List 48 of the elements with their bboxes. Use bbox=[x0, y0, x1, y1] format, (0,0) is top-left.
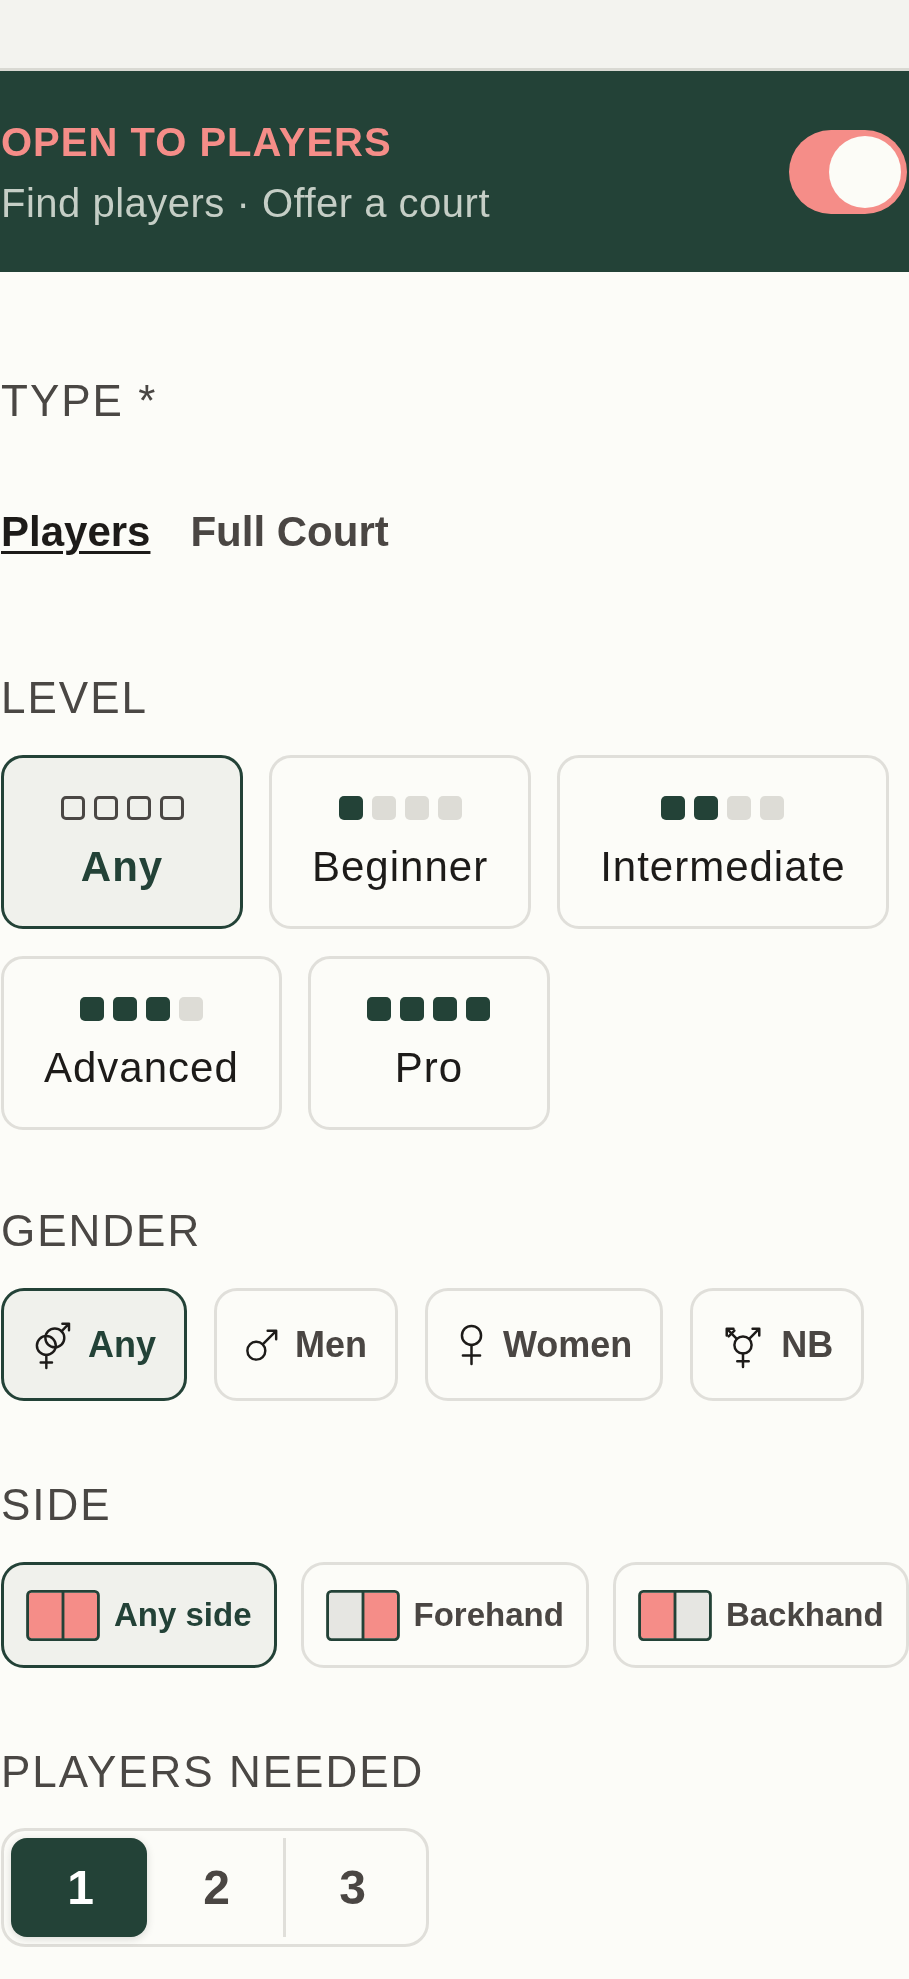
square-outline-icon bbox=[159, 795, 184, 820]
section-label: TYPE * bbox=[1, 375, 158, 427]
player-count-option[interactable]: 3 bbox=[283, 1838, 419, 1937]
gender-option[interactable]: Men bbox=[214, 1288, 398, 1401]
rating-square-icon bbox=[433, 996, 458, 1021]
rating-square-icon bbox=[79, 996, 104, 1021]
level-option[interactable]: Any bbox=[1, 755, 243, 929]
side-option[interactable]: Any side bbox=[1, 1562, 277, 1668]
rating-square-icon bbox=[338, 795, 363, 820]
rating-square-icon bbox=[466, 996, 491, 1021]
gender-option[interactable]: Women bbox=[425, 1288, 664, 1401]
rating-square-icon bbox=[112, 996, 137, 1021]
rating-square-icon bbox=[437, 795, 462, 820]
court-halves-icon bbox=[325, 1589, 400, 1641]
court-halves-icon bbox=[26, 1589, 100, 1641]
square-outline-icon bbox=[126, 795, 151, 820]
rating-square-icon bbox=[400, 996, 425, 1021]
section-label: PLAYERS NEEDED bbox=[1, 1746, 425, 1798]
side-option[interactable]: Forehand bbox=[300, 1562, 589, 1668]
rating-square-icon bbox=[661, 795, 686, 820]
level-option[interactable]: Pro bbox=[307, 956, 550, 1130]
side-option[interactable]: Backhand bbox=[612, 1562, 909, 1668]
rating-square-icon bbox=[367, 996, 392, 1021]
rating-square-icon bbox=[145, 996, 170, 1021]
gender-option[interactable]: NB bbox=[690, 1288, 865, 1401]
type-tab[interactable]: Players bbox=[1, 507, 151, 557]
rating-square-icon bbox=[404, 795, 429, 820]
banner-title: OPEN TO PLAYERS bbox=[1, 118, 393, 165]
rating-square-icon bbox=[178, 996, 203, 1021]
male-symbol-icon bbox=[245, 1327, 279, 1362]
player-count-option[interactable]: 2 bbox=[147, 1838, 283, 1937]
square-outline-icon bbox=[60, 795, 85, 820]
square-outline-icon bbox=[93, 795, 118, 820]
rating-square-icon bbox=[760, 795, 785, 820]
section-label: SIDE bbox=[1, 1479, 112, 1531]
banner-subtitle: Find players · Offer a court bbox=[1, 180, 490, 225]
rating-square-icon bbox=[371, 795, 396, 820]
section-label: GENDER bbox=[1, 1205, 202, 1257]
level-option[interactable]: Intermediate bbox=[557, 755, 889, 929]
level-option[interactable]: Beginner bbox=[269, 755, 532, 929]
rating-square-icon bbox=[727, 795, 752, 820]
type-tab[interactable]: Full Court bbox=[190, 507, 389, 557]
rating-square-icon bbox=[694, 795, 719, 820]
court-halves-icon bbox=[637, 1589, 712, 1641]
section-label: LEVEL bbox=[1, 672, 148, 724]
level-option[interactable]: Advanced bbox=[1, 956, 282, 1130]
gender-option[interactable]: Any bbox=[1, 1288, 187, 1401]
player-count-option[interactable]: 1 bbox=[11, 1838, 147, 1937]
